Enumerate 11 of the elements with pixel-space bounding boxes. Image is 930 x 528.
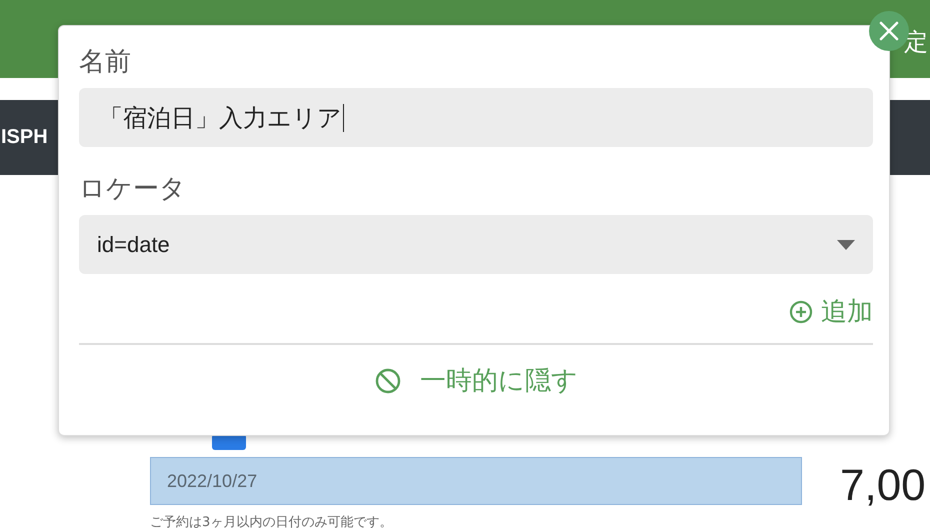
caret-icon xyxy=(837,240,855,250)
date-field[interactable]: 2022/10/27 xyxy=(150,457,802,505)
plus-circle-icon xyxy=(789,300,813,324)
locator-label: ロケータ xyxy=(79,173,187,206)
name-input[interactable]: 「宿泊日」入力エリア xyxy=(79,88,873,147)
locator-select[interactable]: id=date xyxy=(79,215,873,274)
name-label: 名前 xyxy=(79,46,132,79)
close-icon xyxy=(878,20,900,42)
slashed-circle-icon xyxy=(374,366,402,394)
brand-name[interactable]: ISPH xyxy=(1,126,48,149)
total-amount: 7,00 xyxy=(840,461,926,511)
